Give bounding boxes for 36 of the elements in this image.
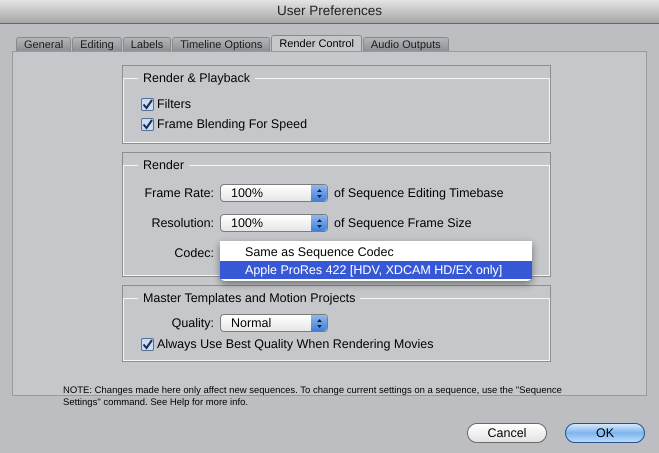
- checkbox-label: Frame Blending For Speed: [157, 116, 308, 133]
- stepper-icon: [311, 185, 327, 201]
- window-title: User Preferences: [276, 2, 382, 20]
- checkbox[interactable]: [141, 338, 154, 350]
- popup-menu[interactable]: Normal: [220, 314, 328, 332]
- checkbox-label: Always Use Best Quality When Rendering Movies: [157, 336, 434, 353]
- field-label: Codec:: [173, 244, 214, 262]
- field-label: Quality:: [170, 314, 214, 332]
- field-label: Frame Rate:: [144, 184, 214, 202]
- tab[interactable]: General: [16, 37, 72, 51]
- menu-item[interactable]: Apple ProRes 422 [HDV, XDCAM HD/EX only]: [220, 261, 532, 279]
- tab[interactable]: Editing: [72, 37, 122, 51]
- field-label: Resolution:: [150, 214, 214, 232]
- field-suffix: of Sequence Frame Size: [334, 214, 472, 232]
- tab[interactable]: Timeline Options: [172, 37, 270, 51]
- checkbox-label: Filters: [157, 96, 192, 113]
- checkmark-icon: [142, 98, 153, 110]
- note-text: NOTE: Changes made here only affect new sequences. To change current settings on a sequence, use the "Sequence Settings" command. See Help for more info.: [63, 385, 563, 409]
- tab[interactable]: Audio Outputs: [362, 37, 449, 51]
- cancel-button[interactable]: Cancel: [467, 423, 547, 443]
- group-title: Master Templates and Motion Projects: [143, 291, 356, 305]
- popup-menu[interactable]: 100%: [220, 184, 328, 202]
- stepper-icon: [311, 215, 327, 231]
- tab[interactable]: Render Control: [271, 35, 362, 51]
- ok-button[interactable]: OK: [565, 423, 645, 443]
- tab[interactable]: Labels: [122, 37, 172, 51]
- stepper-icon: [311, 315, 327, 331]
- checkbox[interactable]: [141, 118, 154, 130]
- group-title: Render & Playback: [143, 71, 250, 85]
- field-suffix: of Sequence Editing Timebase: [334, 184, 504, 202]
- checkmark-icon: [142, 118, 153, 130]
- checkmark-icon: [142, 338, 153, 350]
- menu-item[interactable]: Same as Sequence Codec: [220, 243, 532, 261]
- popup-menu[interactable]: 100%: [220, 214, 328, 232]
- checkbox[interactable]: [141, 98, 154, 110]
- group-title: Render: [143, 158, 184, 172]
